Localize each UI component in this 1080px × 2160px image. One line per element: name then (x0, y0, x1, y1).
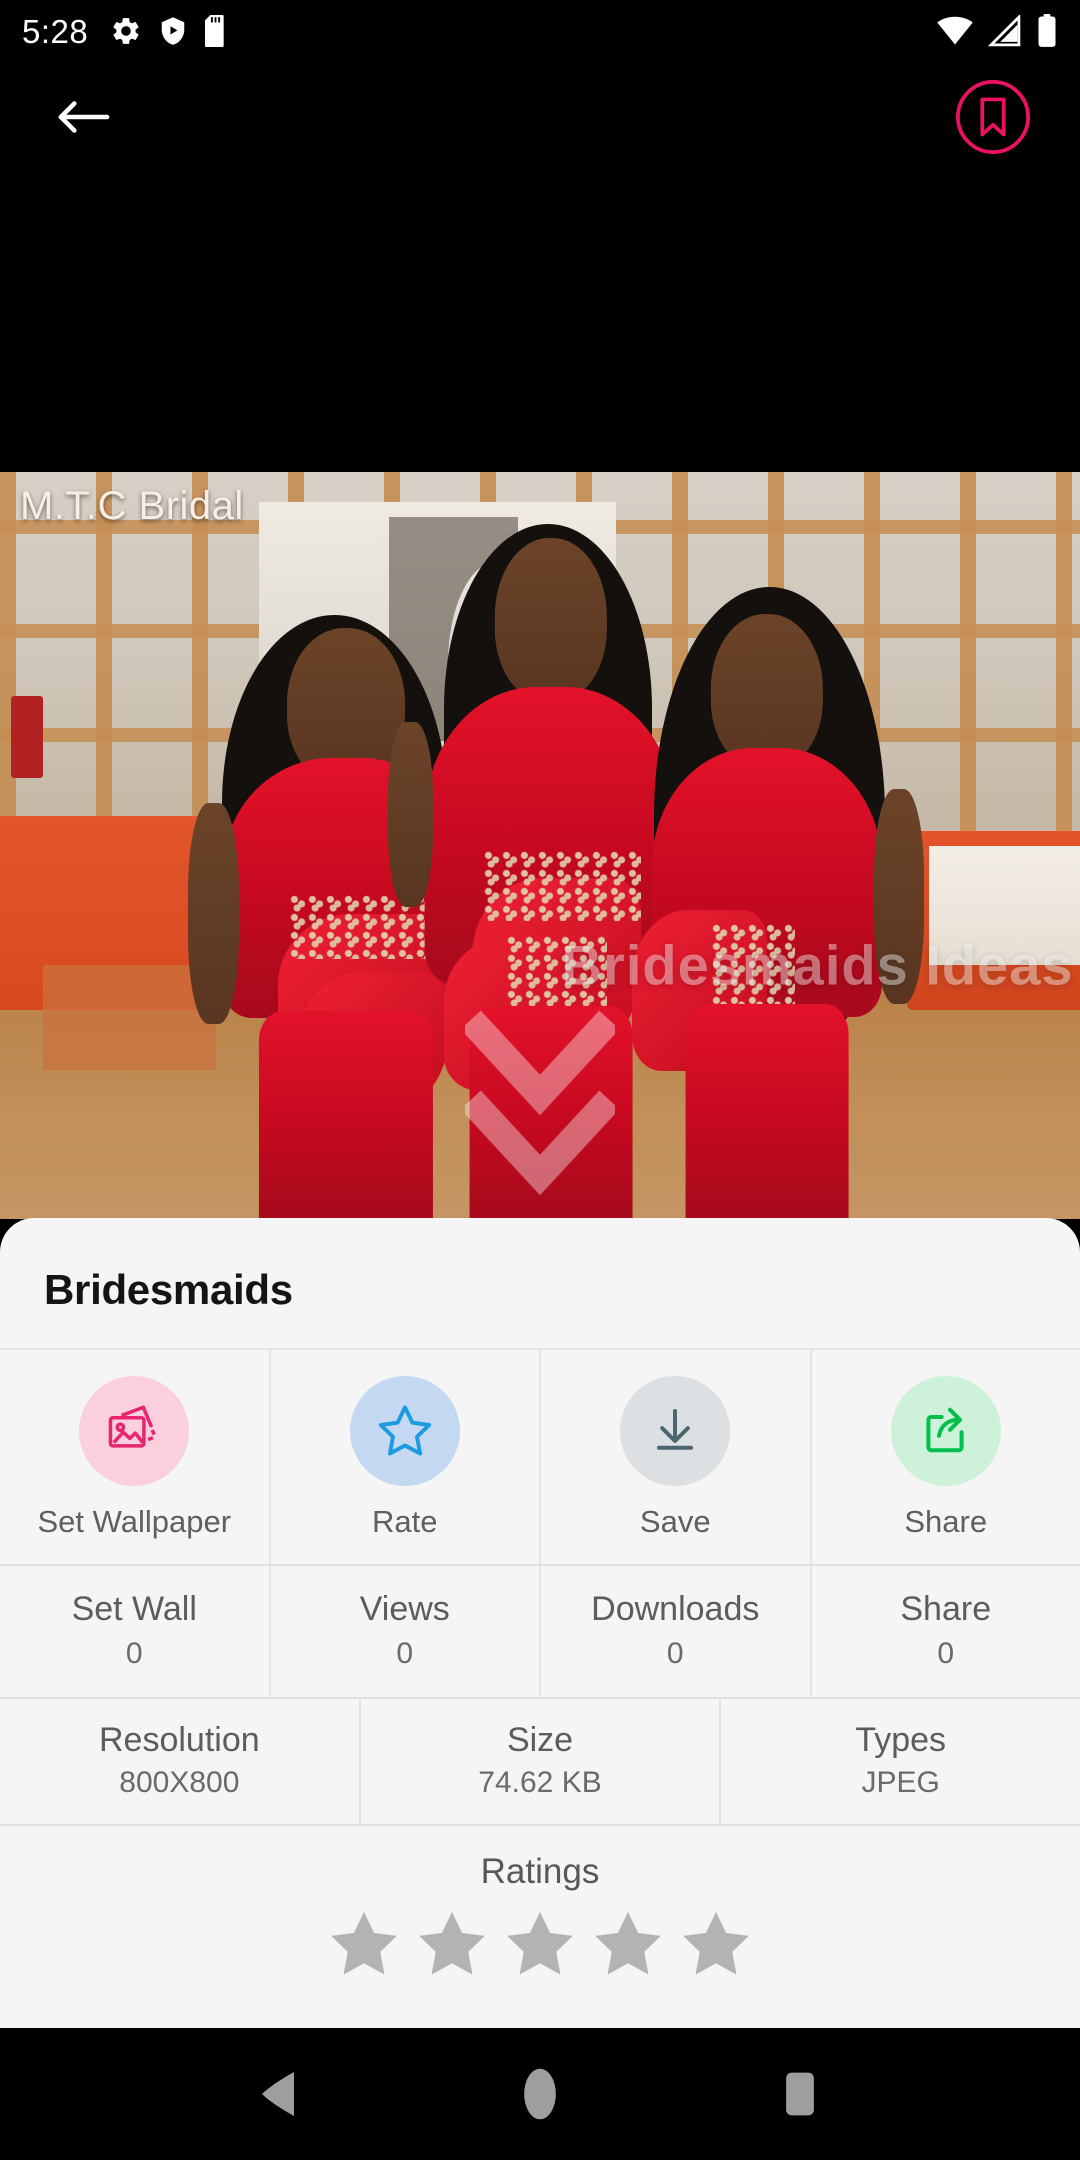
star-outline-icon (378, 1405, 431, 1456)
rating-star[interactable] (325, 1906, 403, 1984)
meta-row: Resolution 800X800 Size 74.62 KB Types J… (0, 1699, 1080, 1826)
rating-star[interactable] (413, 1906, 491, 1984)
bridesmaid-right (626, 547, 925, 1219)
stat-share-value: 0 (937, 1637, 955, 1670)
stat-share: Share 0 (812, 1566, 1080, 1697)
rate-label: Rate (372, 1504, 438, 1539)
double-chevron-down-icon (460, 1010, 620, 1205)
share-button[interactable]: Share (812, 1350, 1080, 1564)
stat-share-label: Share (900, 1590, 992, 1628)
phone-screen: 5:28 M.T.C Bridal Bridesmaids Ideas Brid… (0, 0, 1080, 2160)
stat-downloads: Downloads 0 (541, 1566, 812, 1697)
fire-extinguisher (10, 696, 44, 779)
rating-star[interactable] (677, 1906, 755, 1984)
meta-types: Types JPEG (721, 1699, 1080, 1824)
wallpaper-preview-image[interactable]: M.T.C Bridal Bridesmaids Ideas (0, 472, 1080, 1219)
nav-back-button[interactable] (235, 2049, 325, 2139)
nav-recents-square-icon (786, 2072, 814, 2116)
meta-size-label: Size (506, 1721, 574, 1759)
rating-star[interactable] (501, 1906, 579, 1984)
brand-watermark: M.T.C Bridal (20, 484, 244, 528)
status-left-icons (110, 15, 230, 47)
stats-row: Set Wall 0 Views 0 Downloads 0 Share 0 (0, 1564, 1080, 1699)
meta-resolution-label: Resolution (99, 1721, 260, 1759)
stat-downloads-label: Downloads (591, 1590, 760, 1628)
nav-home-circle-icon (524, 2068, 556, 2120)
android-navigation-bar (0, 2028, 1080, 2160)
set-wallpaper-button[interactable]: Set Wallpaper (0, 1350, 271, 1564)
rating-stars[interactable] (325, 1906, 755, 1984)
set-wallpaper-label: Set Wallpaper (37, 1504, 232, 1539)
meta-types-label: Types (855, 1721, 947, 1759)
cellular-signal-icon (988, 15, 1021, 47)
status-right-icons (936, 14, 1058, 48)
nav-home-button[interactable] (495, 2049, 585, 2139)
set-wallpaper-icon-circle (79, 1376, 190, 1486)
rating-star[interactable] (589, 1906, 667, 1984)
meta-size-value: 74.62 KB (478, 1766, 602, 1799)
stat-downloads-value: 0 (666, 1637, 684, 1670)
stat-set-wall: Set Wall 0 (0, 1566, 271, 1697)
stat-views-value: 0 (396, 1637, 414, 1670)
ratings-block: Ratings (0, 1826, 1080, 1984)
download-icon (657, 1409, 694, 1450)
page-title: Bridesmaids (44, 1266, 293, 1313)
meta-types-value: JPEG (861, 1766, 940, 1799)
share-export-icon (926, 1407, 964, 1453)
gear-icon (113, 18, 139, 44)
sd-card-icon (205, 15, 224, 47)
nav-back-triangle-icon (262, 2072, 294, 2116)
status-bar: 5:28 (0, 0, 1080, 62)
save-icon-circle (620, 1376, 731, 1486)
stat-set-wall-value: 0 (125, 1637, 143, 1670)
stat-set-wall-label: Set Wall (71, 1590, 197, 1628)
battery-icon (1038, 14, 1056, 47)
meta-resolution: Resolution 800X800 (0, 1699, 361, 1824)
share-label: Share (904, 1504, 988, 1539)
back-button[interactable] (48, 81, 120, 153)
rate-button[interactable]: Rate (271, 1350, 541, 1564)
save-button[interactable]: Save (541, 1350, 812, 1564)
rate-icon-circle (349, 1376, 460, 1486)
image-gallery-icon (108, 1405, 158, 1448)
share-icon-circle (890, 1376, 1001, 1486)
center-watermark: Bridesmaids Ideas (561, 933, 1074, 997)
nav-recents-button[interactable] (755, 2049, 845, 2139)
ratings-title: Ratings (480, 1852, 600, 1891)
stat-views: Views 0 (271, 1566, 541, 1697)
meta-resolution-value: 800X800 (119, 1766, 240, 1799)
details-bottom-sheet: Bridesmaids Set Wallpaper Rate Save Shar… (0, 1218, 1080, 2028)
app-bar (0, 62, 1080, 172)
save-label: Save (639, 1504, 711, 1539)
actions-row: Set Wallpaper Rate Save Share (0, 1348, 1080, 1564)
back-arrow-icon (58, 101, 110, 133)
photo-canvas: M.T.C Bridal Bridesmaids Ideas (0, 472, 1080, 1219)
bookmark-icon (956, 80, 1030, 154)
wifi-icon (937, 16, 973, 45)
stat-views-label: Views (359, 1590, 450, 1628)
play-protect-icon (161, 17, 185, 45)
status-time: 5:28 (22, 12, 89, 50)
meta-size: Size 74.62 KB (361, 1699, 722, 1824)
bookmark-button[interactable] (954, 78, 1032, 156)
